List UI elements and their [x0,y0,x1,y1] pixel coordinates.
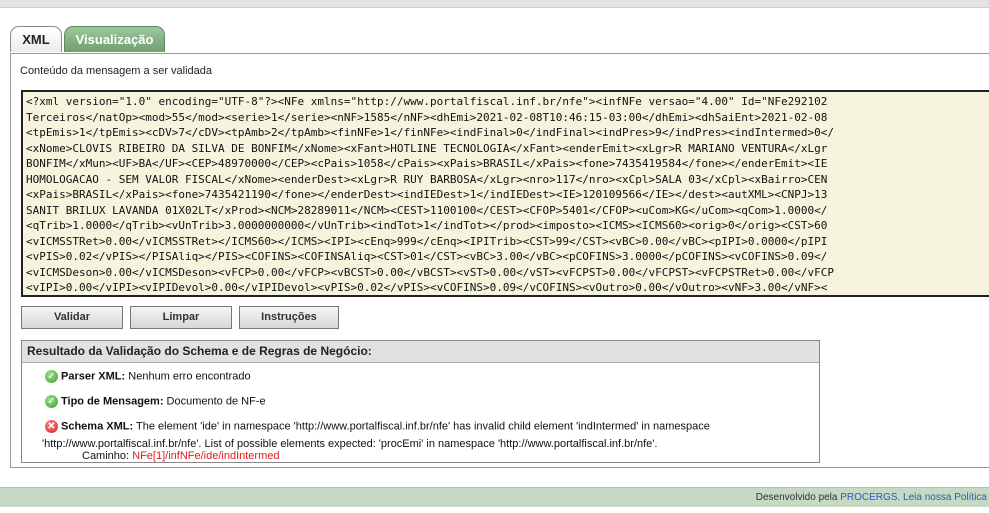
parser-value: Nenhum erro encontrado [128,370,251,383]
xml-line: <vICMSDeson>0.00</vICMSDeson><vFCP>0.00<… [26,265,834,279]
footer-text: Desenvolvido pela [755,492,838,503]
validar-button[interactable]: Validar [21,306,123,329]
validation-panel: Conteúdo da mensagem a ser validada <?xm… [10,53,989,468]
parser-label: Parser XML: [61,370,126,383]
schema-path: Caminho: NFe[1]/infNFe/ide/indIntermed [82,450,280,462]
xml-content-label: Conteúdo da mensagem a ser validada [20,65,213,77]
procergs-link[interactable]: PROCERGS. [840,492,900,503]
tipo-label: Tipo de Mensagem: [61,395,164,408]
top-bar [0,0,989,8]
instrucoes-button[interactable]: Instruções [239,306,339,329]
politica-link[interactable]: Leia nossa Política [903,492,987,503]
xml-line: <?xml version="1.0" encoding="UTF-8"?><N… [26,95,828,108]
xml-line: <xNome>CLOVIS RIBEIRO DA SILVA DE BONFIM… [26,141,828,155]
xml-line: <vPIS>0.02</vPIS></PISAliq></PIS><COFINS… [26,250,828,263]
schema-label: Schema XML: [61,420,134,433]
xml-textarea[interactable]: <?xml version="1.0" encoding="UTF-8"?><N… [21,90,989,297]
path-value: NFe[1]/infNFe/ide/indIntermed [132,450,280,462]
result-title: Resultado da Validação do Schema e de Re… [22,341,819,363]
xml-line: BONFIM</xMun><UF>BA</UF><CEP>48970000</C… [26,157,828,170]
parser-result: ✓ Parser XML: Nenhum erro encontrado [45,370,251,383]
schema-message: The element 'ide' in namespace 'http://w… [136,420,710,433]
tipo-result: ✓ Tipo de Mensagem: Documento de NF-e [45,395,266,408]
xml-line: <tpEmis>1</tpEmis><cDV>7</cDV><tpAmb>2</… [26,126,834,139]
validation-result-box: Resultado da Validação do Schema e de Re… [21,340,820,463]
xml-line: <vIPI>0.00</vIPI><vIPIDevol>0.00</vIPIDe… [26,281,828,294]
limpar-button[interactable]: Limpar [130,306,232,329]
path-label: Caminho: [82,450,130,462]
schema-message-cont: 'http://www.portalfiscal.inf.br/nfe'. Li… [42,438,658,450]
xml-line: Terceiros</natOp><mod>55</mod><serie>1</… [26,110,828,124]
tab-xml[interactable]: XML [10,26,62,52]
tipo-value: Documento de NF-e [166,395,266,408]
schema-result: ✕ Schema XML: The element 'ide' in namesp… [45,420,710,433]
check-icon: ✓ [45,395,58,408]
check-icon: ✓ [45,370,58,383]
xml-line: HOMOLOGACAO - SEM VALOR FISCAL</xNome><e… [26,172,828,186]
footer: Desenvolvido pela PROCERGS. Leia nossa P… [0,487,989,507]
xml-line: <xPais>BRASIL</xPais><fone>7435421190</f… [26,188,828,201]
tab-visualizacao[interactable]: Visualização [64,26,165,52]
xml-line: <vICMSSTRet>0.00</vICMSSTRet></ICMS60></… [26,234,828,248]
xml-line: SANIT BRILUX LAVANDA 01X02LT</xProd><NCM… [26,203,828,217]
xml-line: <qTrib>1.0000</qTrib><vUnTrib>3.00000000… [26,219,828,232]
error-icon: ✕ [45,420,58,433]
